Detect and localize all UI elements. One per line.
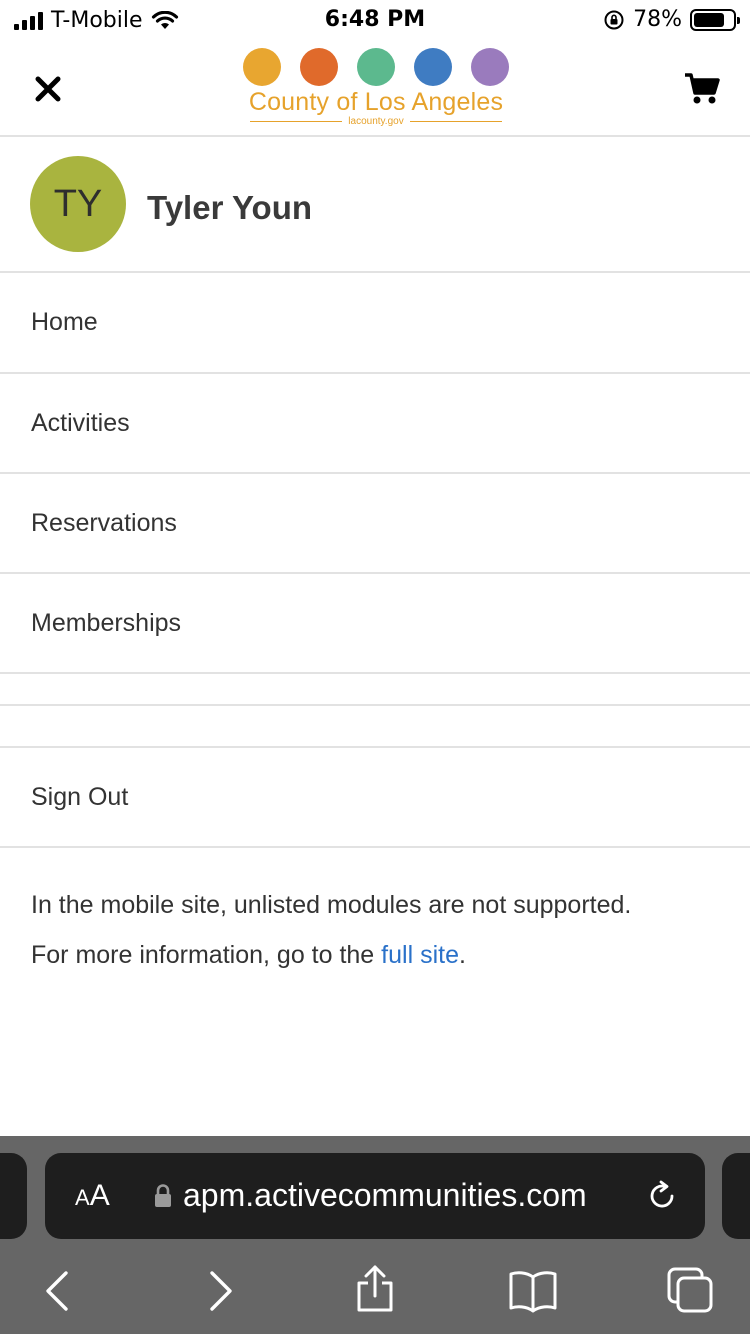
lock-icon: [155, 1184, 171, 1207]
battery-fill: [694, 12, 724, 27]
note-line-1: In the mobile site, unlisted modules are…: [31, 891, 632, 919]
back-icon[interactable]: [36, 1269, 80, 1313]
url-text[interactable]: apm.activecommunities.com: [183, 1177, 587, 1214]
reload-icon[interactable]: [645, 1179, 679, 1213]
note-line-2-suffix: .: [458, 941, 466, 969]
avatar: TY: [30, 156, 126, 252]
browser-toolbar: AA apm.activecommunities.com: [0, 1136, 750, 1334]
mobile-site-note: In the mobile site, unlisted modules are…: [31, 880, 731, 980]
address-bar[interactable]: AA apm.activecommunities.com: [45, 1153, 705, 1239]
note-line-2: For more information, go to the full sit…: [31, 930, 731, 980]
cart-icon[interactable]: [684, 72, 720, 106]
battery-icon: [690, 8, 740, 31]
previous-tab-preview[interactable]: [0, 1153, 27, 1239]
battery-percent: 78%: [633, 7, 682, 32]
status-bar: T-Mobile 6:48 PM 78%: [0, 0, 750, 40]
logo-name: County of Los Angeles: [248, 88, 504, 116]
note-line-2-prefix: For more information, go to the: [31, 941, 382, 969]
logo-sub: lacounty.gov: [240, 116, 512, 127]
logo-emblems: [240, 48, 512, 86]
app-header: County of Los Angeles lacounty.gov: [0, 40, 750, 137]
forward-icon[interactable]: [198, 1269, 242, 1313]
logo-emblem-joshua-tree: [471, 48, 509, 86]
menu-item-sign-out[interactable]: Sign Out: [0, 748, 750, 848]
share-icon[interactable]: [353, 1264, 397, 1314]
logo-emblem-airport: [300, 48, 338, 86]
aa-large: A: [89, 1179, 110, 1212]
text-size-button[interactable]: AA: [75, 1179, 110, 1213]
menu-spacer: [0, 706, 750, 748]
logo-emblem-city: [357, 48, 395, 86]
aa-small: A: [75, 1185, 90, 1210]
menu-item-home[interactable]: Home: [0, 273, 750, 374]
bookmarks-icon[interactable]: [508, 1269, 558, 1313]
menu-spacer: [0, 674, 750, 706]
full-site-link[interactable]: full site: [381, 941, 459, 969]
orientation-lock-icon: [604, 10, 624, 29]
menu-item-memberships[interactable]: Memberships: [0, 574, 750, 674]
logo-domain: lacounty.gov: [348, 116, 404, 127]
profile-section: TY Tyler Youn: [0, 137, 750, 273]
status-right: 78%: [603, 7, 740, 32]
county-logo[interactable]: County of Los Angeles lacounty.gov: [240, 48, 512, 130]
logo-emblem-wave: [414, 48, 452, 86]
menu-item-reservations[interactable]: Reservations: [0, 474, 750, 574]
logo-emblem-poppy: [243, 48, 281, 86]
profile-name: Tyler Youn: [147, 189, 313, 226]
close-icon[interactable]: [34, 75, 62, 103]
next-tab-preview[interactable]: [722, 1153, 750, 1239]
tabs-icon[interactable]: [666, 1266, 714, 1314]
menu-item-activities[interactable]: Activities: [0, 374, 750, 474]
